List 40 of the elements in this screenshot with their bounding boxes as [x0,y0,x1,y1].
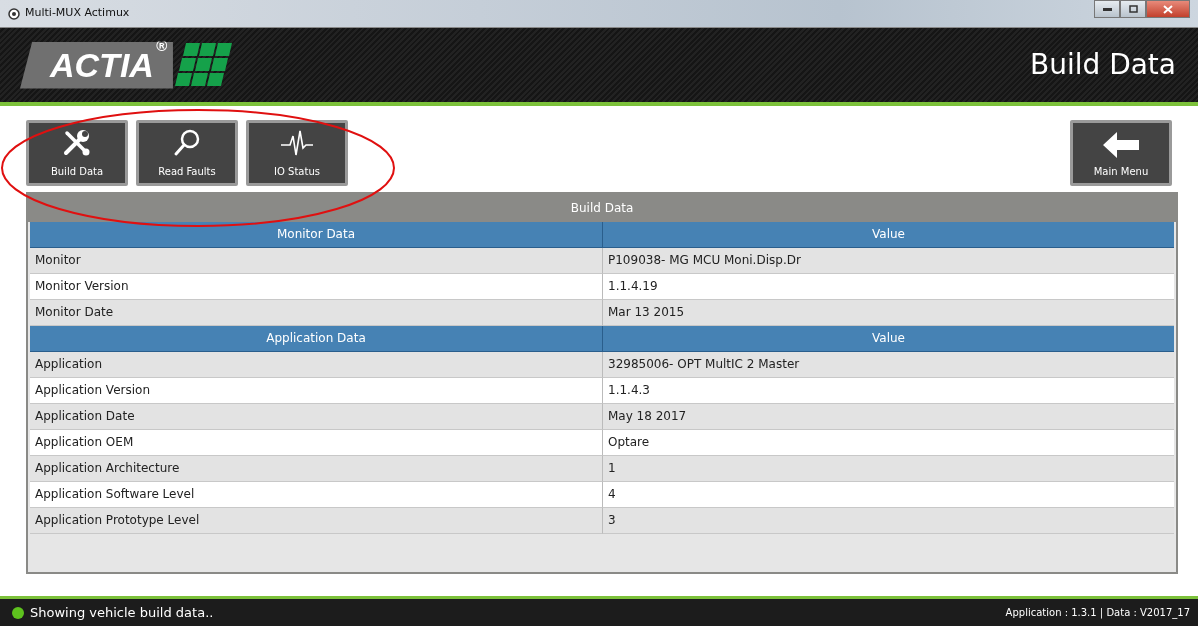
column-header: Application Data [30,326,603,352]
search-icon [172,128,202,158]
arrow-left-icon [1103,132,1139,158]
close-icon [1163,4,1173,14]
maximize-button[interactable] [1120,0,1146,18]
toolbar-button[interactable]: Read Faults [136,120,238,186]
table-cell: 4 [603,482,1174,508]
window-title: Multi-MUX Actimux [25,5,130,22]
column-header: Value [603,222,1174,248]
table-cell: Application Prototype Level [30,508,603,534]
pulse-icon [280,128,314,158]
wrench-screwdriver-icon [62,128,92,158]
table-cell: Application [30,352,603,378]
column-header: Monitor Data [30,222,603,248]
table-cell: Monitor Version [30,274,603,300]
table-cell: Application Version [30,378,603,404]
table-cell: Application OEM [30,430,603,456]
app-icon [8,7,20,20]
toolbar-button[interactable]: Build Data [26,120,128,186]
maximize-icon [1128,5,1138,13]
minimize-icon [1102,7,1112,11]
column-header: Value [603,326,1174,352]
toolbar-button[interactable]: IO Status [246,120,348,186]
close-button[interactable] [1146,0,1190,18]
minimize-button[interactable] [1094,0,1120,18]
status-message: Showing vehicle build data.. [30,603,214,622]
table-cell: Monitor [30,248,603,274]
page-title: Build Data [1029,47,1176,83]
version-info: Application : 1.3.1 | Data : V2017_17 [1005,606,1190,620]
table-cell: Application Architecture [30,456,603,482]
table-cell: Monitor Date [30,300,603,326]
table-cell: Optare [603,430,1174,456]
main-menu-button[interactable]: Main Menu [1070,120,1172,186]
logo-grid-icon [172,43,233,87]
panel-title: Build Data [28,194,1176,222]
table-cell: 1.1.4.19 [603,274,1174,300]
table-cell: Application Date [30,404,603,430]
table-cell: 1.1.4.3 [603,378,1174,404]
table-cell: Application Software Level [30,482,603,508]
status-light-icon [12,606,24,619]
